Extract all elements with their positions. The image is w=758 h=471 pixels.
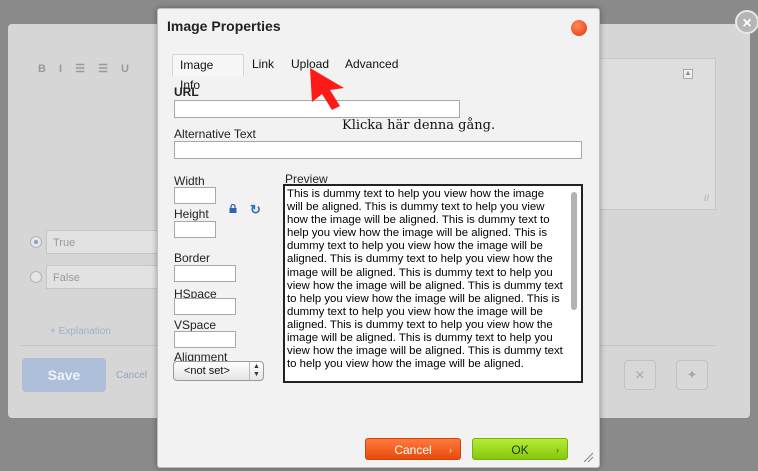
pin-icon: ✦ <box>686 367 698 382</box>
close-icon[interactable] <box>571 20 587 36</box>
answer-true-field[interactable]: True <box>46 230 158 254</box>
save-button[interactable]: Save <box>22 358 106 392</box>
ok-button[interactable]: OK › <box>472 438 568 460</box>
background-editor-area[interactable]: ▲ // <box>592 58 716 210</box>
background-format-toolbar: B I ☰ ☰ U <box>38 62 137 75</box>
divider <box>596 345 716 346</box>
alt-text-input[interactable] <box>174 141 582 159</box>
preview-scrollbar[interactable] <box>571 192 577 310</box>
resize-grip-icon[interactable]: // <box>704 193 709 203</box>
dialog-resize-grip-icon[interactable] <box>582 451 594 463</box>
annotation-text: Klicka här denna gång. <box>342 118 496 133</box>
answer-false-field[interactable]: False <box>46 265 158 289</box>
alt-text-label: Alternative Text <box>174 127 256 141</box>
underline-icon[interactable]: U <box>121 63 131 75</box>
vspace-label: VSpace <box>174 318 217 332</box>
alignment-value: <not set> <box>184 365 230 377</box>
border-label: Border <box>174 251 211 265</box>
height-input[interactable] <box>174 221 216 238</box>
dialog-title: Image Properties <box>167 18 281 34</box>
answer-false-radio[interactable] <box>30 271 42 283</box>
alignment-select[interactable]: <not set> ▲ ▼ <box>173 361 264 381</box>
cancel-link[interactable]: Cancel <box>116 370 147 381</box>
cancel-button[interactable]: Cancel › <box>365 438 461 460</box>
width-label: Width <box>174 174 205 188</box>
url-label: URL <box>174 85 199 99</box>
width-input[interactable] <box>174 187 216 204</box>
explanation-link[interactable]: + Explanation <box>50 326 111 337</box>
tab-link[interactable]: Link <box>245 54 281 76</box>
chevron-updown-icon: ▲ ▼ <box>249 362 263 380</box>
border-input[interactable] <box>174 265 236 282</box>
divider <box>20 345 160 346</box>
ordered-list-icon[interactable]: ☰ <box>75 63 87 75</box>
tab-image-info[interactable]: Image Info <box>172 54 244 92</box>
cancel-label: Cancel <box>394 443 432 457</box>
italic-icon[interactable]: I <box>59 63 64 75</box>
bold-icon[interactable]: B <box>38 63 48 75</box>
image-preview-box: This is dummy text to help you view how … <box>283 184 583 383</box>
tools-icon: ⨯ <box>634 367 646 382</box>
vspace-input[interactable] <box>174 331 236 348</box>
chevron-right-icon: › <box>556 445 559 455</box>
preview-text: This is dummy text to help you view how … <box>287 188 563 371</box>
height-label: Height <box>174 207 209 221</box>
pin-button[interactable]: ✦ <box>676 360 708 390</box>
tools-button[interactable]: ⨯ <box>624 360 656 390</box>
bullet-list-icon[interactable]: ☰ <box>98 63 110 75</box>
reset-size-icon[interactable]: ↻ <box>250 202 261 218</box>
hspace-input[interactable] <box>174 298 236 315</box>
chevron-right-icon: › <box>449 445 452 455</box>
answer-true-radio[interactable] <box>30 236 42 248</box>
lock-ratio-icon[interactable] <box>229 204 237 213</box>
ok-label: OK <box>511 443 529 457</box>
close-overlay-button[interactable]: × <box>735 10 758 34</box>
annotation-arrow-icon <box>310 68 344 110</box>
scroll-up-icon[interactable]: ▲ <box>683 69 693 79</box>
